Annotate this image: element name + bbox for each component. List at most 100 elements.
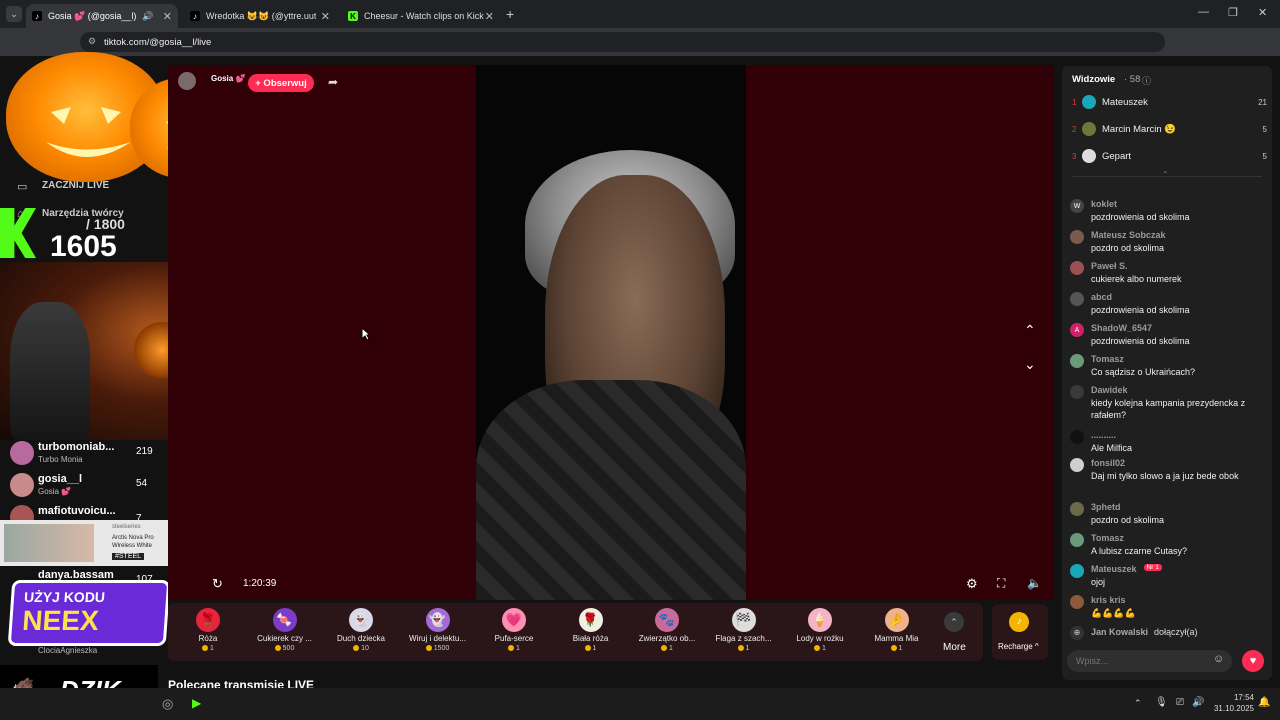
recharge-button[interactable]: ♪ Recharge ^ bbox=[992, 604, 1048, 660]
gift-item[interactable]: 👻 Duch dziecka 10 bbox=[324, 604, 398, 660]
notifications-icon[interactable]: 🔔 bbox=[1258, 697, 1270, 708]
chat-username[interactable]: Paweł S. bbox=[1091, 261, 1128, 271]
previous-live-icon[interactable]: ⌃ bbox=[1024, 322, 1036, 339]
avatar[interactable] bbox=[1070, 564, 1084, 578]
volume-icon[interactable]: 🔈 bbox=[1027, 576, 1042, 590]
info-icon[interactable]: ⓘ bbox=[1142, 74, 1151, 87]
chat-username[interactable]: ShadoW_6547 bbox=[1091, 323, 1152, 333]
avatar bbox=[1082, 122, 1096, 136]
avatar[interactable] bbox=[1070, 595, 1084, 609]
gift-item[interactable]: 🏁 Flaga z szach... 1 bbox=[707, 604, 781, 660]
avatar[interactable] bbox=[1070, 261, 1084, 275]
chat-username[interactable]: 3phetd bbox=[1091, 502, 1121, 512]
live-list-item[interactable]: gosia__l Gosia 💕 54 bbox=[10, 473, 160, 499]
gift-price: 1500 bbox=[401, 645, 475, 652]
viewer-name: Mateuszek bbox=[1102, 96, 1148, 108]
site-info-icon[interactable]: ⚙ bbox=[88, 36, 96, 47]
gift-item[interactable]: 🍬 Cukierek czy ... 500 bbox=[248, 604, 322, 660]
top-viewer-row[interactable]: 2 Marcin Marcin 😉 5 bbox=[1072, 119, 1267, 139]
avatar bbox=[1082, 95, 1096, 109]
chat-username[interactable]: kris kris bbox=[1091, 595, 1126, 605]
gift-item[interactable]: 💗 Pufa-serce 1 bbox=[477, 604, 551, 660]
like-heart-icon[interactable]: ♥ bbox=[1242, 650, 1264, 672]
new-tab-icon[interactable]: + bbox=[506, 6, 514, 22]
tab-search-icon[interactable]: ⌄ bbox=[6, 6, 22, 22]
mic-icon[interactable]: 🎙 bbox=[1155, 697, 1168, 708]
viewer-name: Gepart bbox=[1102, 150, 1132, 162]
gift-name: Zwierzątko ob... bbox=[638, 634, 696, 643]
fullscreen-icon[interactable]: ⛶ bbox=[997, 576, 1005, 591]
chat-message: Tomasz Co sądzisz o Ukraińcach? bbox=[1070, 354, 1265, 382]
chat-username[interactable]: Tomasz bbox=[1091, 533, 1124, 543]
speaker-icon[interactable]: 🔊 bbox=[142, 11, 153, 22]
avatar[interactable] bbox=[1070, 292, 1084, 306]
close-window-icon[interactable]: ✕ bbox=[1258, 6, 1267, 19]
gift-item[interactable]: 🌹 Róża 1 bbox=[171, 604, 245, 660]
gift-item[interactable]: 🤌 Mamma Mia 1 bbox=[860, 604, 934, 660]
chat-message: Tomasz A lubisz czarne Cutasy? bbox=[1070, 533, 1265, 561]
coin-icon bbox=[584, 645, 591, 652]
gift-item[interactable]: 🐾 Zwierzątko ob... 1 bbox=[630, 604, 704, 660]
host-avatar[interactable] bbox=[178, 72, 196, 90]
avatar[interactable] bbox=[1070, 430, 1084, 444]
chat-text: pozdro od skolima bbox=[1091, 515, 1165, 525]
chat-username[interactable]: koklet bbox=[1091, 199, 1117, 209]
chat-username[interactable]: fonsil02 bbox=[1091, 458, 1125, 468]
top-viewer-row[interactable]: 1 Mateuszek 21 bbox=[1072, 92, 1267, 112]
follow-button[interactable]: + Obserwuj bbox=[248, 74, 314, 92]
tab-gosia[interactable]: ♪ Gosia 💕 (@gosia__l) pr 🔊 ✕ bbox=[26, 4, 178, 28]
avatar[interactable] bbox=[1070, 230, 1084, 244]
tab-cheesur[interactable]: K Cheesur - Watch clips on Kick ✕ bbox=[342, 4, 500, 28]
collapse-icon[interactable]: ⌃ bbox=[1162, 170, 1169, 179]
settings-icon[interactable]: ⚙ bbox=[966, 576, 978, 592]
network-icon[interactable]: ⎚ bbox=[1176, 697, 1184, 708]
kick-app-icon[interactable]: ▶ bbox=[192, 696, 201, 710]
replay-icon[interactable]: ↻ bbox=[212, 576, 223, 592]
restore-icon[interactable]: ❐ bbox=[1228, 6, 1238, 19]
avatar[interactable] bbox=[1070, 385, 1084, 399]
url-input[interactable]: ⚙ tiktok.com/@gosia__l/live bbox=[80, 32, 1165, 52]
gift-price-value: 1 bbox=[669, 645, 673, 652]
minimize-icon[interactable]: — bbox=[1198, 6, 1209, 18]
live-list-item[interactable]: turbomoniab... Turbo Monia 219 bbox=[10, 441, 160, 467]
close-icon[interactable]: ✕ bbox=[321, 10, 330, 23]
avatar[interactable]: A bbox=[1070, 323, 1084, 337]
speaker-tray-icon[interactable]: 🔊 bbox=[1192, 697, 1204, 708]
chat-username[interactable]: Tomasz bbox=[1091, 354, 1124, 364]
avatar[interactable] bbox=[1070, 533, 1084, 547]
chat-username[interactable]: abcd bbox=[1091, 292, 1112, 302]
gift-price-value: 1 bbox=[898, 645, 903, 652]
gift-name: Cukierek czy ... bbox=[257, 634, 312, 643]
more-gifts-icon[interactable]: ⌃ bbox=[944, 612, 964, 632]
gift-price: 1 bbox=[477, 645, 551, 652]
avatar[interactable] bbox=[1070, 458, 1084, 472]
avatar[interactable] bbox=[1070, 354, 1084, 368]
tiktok-icon: ♪ bbox=[190, 11, 200, 21]
host-name[interactable]: Gosia 💕 bbox=[211, 74, 245, 83]
chat-username[interactable]: .......... bbox=[1091, 430, 1116, 440]
avatar[interactable]: W bbox=[1070, 199, 1084, 213]
tray-chevron-icon[interactable]: ⌃ bbox=[1134, 698, 1142, 709]
emoji-icon[interactable]: ☺ bbox=[1213, 653, 1224, 665]
top-viewer-row[interactable]: 3 Gepart 5 bbox=[1072, 146, 1267, 166]
share-icon[interactable]: ➦ bbox=[328, 75, 338, 89]
gift-name: Wiruj i delektu... bbox=[409, 634, 466, 643]
chat-input[interactable] bbox=[1067, 650, 1232, 672]
gift-item[interactable]: 🌹 Biała róża 1 bbox=[554, 604, 628, 660]
close-icon[interactable]: ✕ bbox=[163, 10, 172, 23]
avatar[interactable] bbox=[1070, 502, 1084, 516]
gift-item[interactable]: 👻 Wiruj i delektu... 1500 bbox=[401, 604, 475, 660]
chat-text: kiedy kolejna kampania prezydencka z raf… bbox=[1091, 398, 1246, 420]
more-button[interactable]: More bbox=[943, 642, 966, 653]
gift-icon: 🍬 bbox=[272, 608, 297, 632]
obs-icon[interactable]: ◎ bbox=[162, 696, 173, 712]
gift-item[interactable]: 🍦 Lody w rożku 1 bbox=[783, 604, 857, 660]
chat-username[interactable]: Mateusz Sobczak bbox=[1091, 230, 1166, 240]
rank-badge: Nr 1 bbox=[1143, 564, 1162, 571]
tab-wredotka[interactable]: ♪ Wredotka 😺😺 (@yttre.uuty) ✕ bbox=[184, 4, 336, 28]
next-live-icon[interactable]: ⌄ bbox=[1024, 356, 1036, 373]
chat-username[interactable]: Dawidek bbox=[1091, 385, 1128, 395]
close-icon[interactable]: ✕ bbox=[485, 10, 494, 23]
chat-username[interactable]: Mateuszek bbox=[1091, 564, 1137, 574]
gift-price: 1 bbox=[630, 645, 704, 652]
